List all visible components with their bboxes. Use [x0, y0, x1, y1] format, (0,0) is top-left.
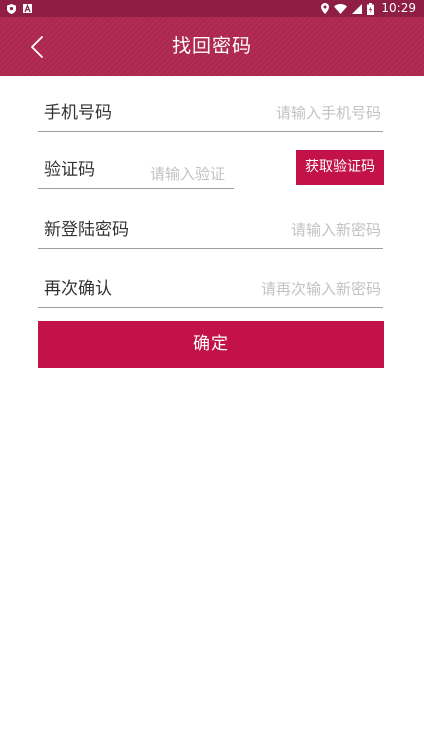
code-input[interactable]: [150, 160, 232, 188]
get-code-button[interactable]: 获取验证码: [296, 150, 384, 185]
status-left-icons: [7, 0, 32, 17]
shield-icon: [7, 3, 16, 14]
confirm-password-field-row: 再次确认: [38, 271, 383, 308]
status-bar: 10:29: [0, 0, 424, 17]
forgot-password-screen: 10:29 找回密码 手机号码 验证码 获取验证码 新登陆密码 再次确认 确定: [0, 0, 424, 753]
battery-icon: [367, 2, 375, 15]
phone-label: 手机号码: [44, 103, 112, 123]
confirm-password-input[interactable]: [161, 275, 381, 303]
new-password-label: 新登陆密码: [44, 220, 129, 240]
confirm-password-label: 再次确认: [44, 279, 112, 299]
back-button[interactable]: [22, 32, 52, 62]
signal-icon: [352, 3, 363, 14]
page-title: 找回密码: [171, 35, 252, 57]
chevron-left-icon: [31, 36, 43, 58]
status-time: 10:29: [381, 1, 416, 15]
code-label: 验证码: [44, 160, 95, 180]
font-a-icon: [23, 4, 32, 13]
confirm-button[interactable]: 确定: [38, 321, 384, 368]
wifi-icon: [334, 3, 348, 14]
location-pin-icon: [321, 3, 330, 14]
app-bar: 找回密码: [0, 17, 424, 76]
new-password-field-row: 新登陆密码: [38, 212, 383, 249]
phone-input[interactable]: [181, 99, 381, 127]
phone-field-row: 手机号码: [38, 95, 383, 132]
new-password-input[interactable]: [191, 216, 381, 244]
status-right-icons: 10:29: [321, 0, 416, 17]
code-field-row: 验证码: [38, 152, 234, 189]
